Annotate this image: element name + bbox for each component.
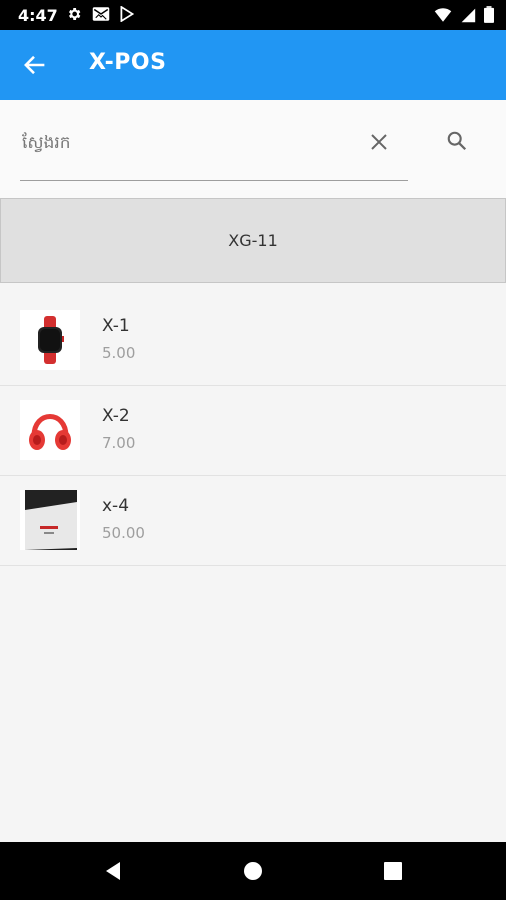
search-icon — [447, 131, 467, 151]
box-photo-image — [20, 490, 80, 550]
category-label: XG-11 — [228, 231, 278, 250]
nav-home-icon[interactable] — [243, 861, 263, 881]
product-price: 50.00 — [102, 524, 145, 542]
nav-recent-apps-icon[interactable] — [384, 862, 402, 880]
signal-icon — [461, 8, 476, 22]
app-bar: X-POS — [0, 30, 506, 100]
arrow-back-icon — [24, 55, 45, 75]
status-time: 4:47 — [18, 6, 58, 25]
smartwatch-image — [20, 310, 80, 370]
headphones-image — [20, 400, 80, 460]
clear-search-button[interactable] — [365, 128, 393, 156]
nav-back-icon[interactable] — [104, 860, 122, 882]
product-name: X-2 — [102, 406, 130, 426]
list-item[interactable]: x-4 50.00 — [0, 476, 506, 566]
close-icon — [371, 134, 387, 150]
gear-icon — [69, 8, 81, 20]
play-store-icon — [120, 6, 134, 22]
product-price: 5.00 — [102, 344, 136, 362]
product-name: x-4 — [102, 496, 130, 516]
search-area — [0, 100, 506, 198]
navigation-bar — [0, 842, 506, 900]
app-title: X-POS — [89, 50, 167, 75]
search-underline — [20, 180, 408, 181]
list-item[interactable]: X-1 5.00 — [0, 296, 506, 386]
product-price: 7.00 — [102, 434, 136, 452]
mail-icon — [92, 7, 110, 21]
status-bar: 4:47 — [0, 0, 506, 30]
battery-icon — [484, 6, 494, 23]
wifi-icon — [434, 7, 452, 22]
category-tab[interactable]: XG-11 — [0, 198, 506, 283]
status-left-icons — [66, 6, 134, 22]
product-list: X-1 5.00 X-2 7.00 x-4 50.00 — [0, 296, 506, 566]
list-item[interactable]: X-2 7.00 — [0, 386, 506, 476]
product-name: X-1 — [102, 316, 130, 336]
search-input[interactable] — [20, 122, 364, 164]
status-right-icons — [434, 6, 494, 23]
back-button[interactable] — [18, 50, 50, 80]
search-button[interactable] — [442, 126, 472, 156]
